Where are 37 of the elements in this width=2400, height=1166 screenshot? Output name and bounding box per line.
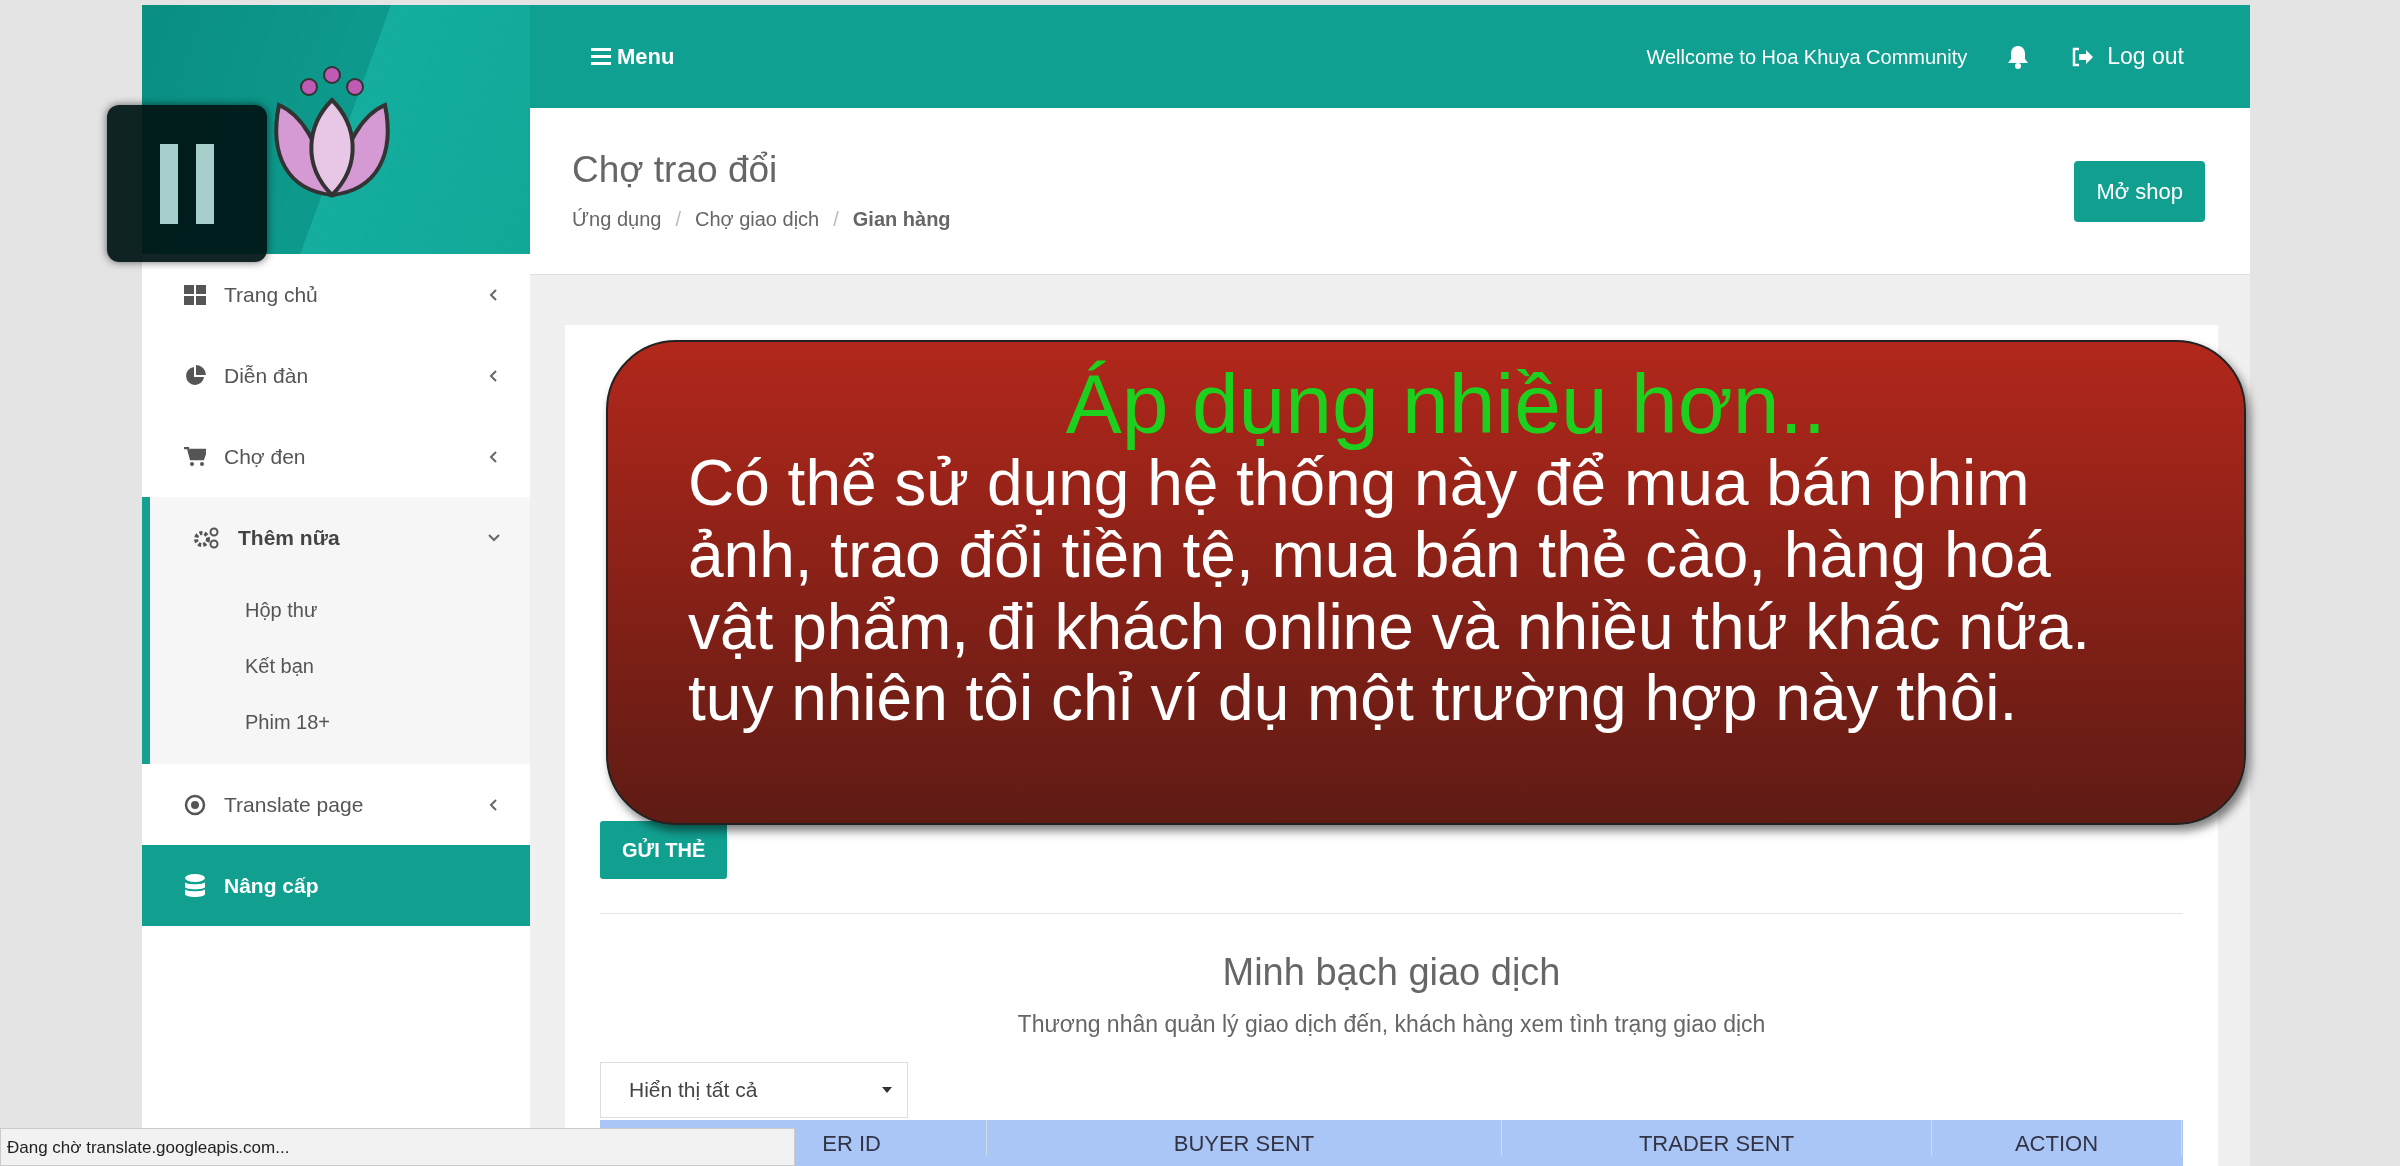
pie-chart-icon xyxy=(184,364,206,387)
callout-text: vật phẩm, đi khách online và nhiều thứ khác nữa. xyxy=(688,591,2091,664)
section-subtitle: Thương nhân quản lý giao dịch đến, khách hàng xem tình trạng giao dịch xyxy=(1016,1010,1767,1039)
bell-icon[interactable] xyxy=(2007,44,2030,69)
section-title: Minh bạch giao dịch xyxy=(1221,950,1562,995)
gears-icon xyxy=(192,526,220,549)
pause-button[interactable] xyxy=(107,105,267,262)
filter-dropdown[interactable]: Hiển thị tất cả xyxy=(600,1061,908,1118)
database-icon xyxy=(184,873,206,898)
callout-text: tuy nhiên tôi chỉ ví dụ một trường hợp này thôi. xyxy=(688,663,2018,735)
sidebar-subitem[interactable]: Hộp thư xyxy=(150,582,530,638)
sidebar-item[interactable]: Translate page xyxy=(142,764,530,845)
status-text: Đang chờ translate.googleapis.com... xyxy=(0,1128,795,1166)
page-title: Chợ trao đổi xyxy=(572,147,779,192)
column-header: ACTION xyxy=(1932,1119,2182,1156)
cart-icon xyxy=(184,446,206,467)
column-header: BUYER SENT xyxy=(987,1119,1502,1156)
sidebar-item[interactable]: Chợ đen xyxy=(142,416,530,497)
breadcrumb-link[interactable]: Ứng dụng xyxy=(572,204,662,235)
breadcrumb-separator: / xyxy=(675,207,681,233)
breadcrumb-separator: / xyxy=(833,207,839,233)
sidebar-item[interactable]: Trang chủ xyxy=(142,254,530,335)
pause-icon xyxy=(160,143,214,224)
welcome-text: Wellcome to Hoa Khuya Community xyxy=(1646,44,1968,70)
sidebar-item[interactable]: Diễn đàn xyxy=(142,335,530,416)
sign-out-icon xyxy=(2071,46,2094,67)
breadcrumb-link[interactable]: Chợ giao dịch xyxy=(694,204,820,235)
sidebar-subitem[interactable]: Kết bạn xyxy=(150,638,530,694)
callout-text: ảnh, trao đổi tiền tệ, mua bán thẻ cào, hàng hoá xyxy=(688,519,2051,592)
callout-title: Áp dụng nhiều hơn.. xyxy=(1064,360,1828,449)
sidebar-subitem[interactable]: Phim 18+ xyxy=(150,694,530,750)
column-header: TRADER SENT xyxy=(1502,1119,1932,1156)
target-icon xyxy=(184,793,206,816)
caret-icon xyxy=(882,1086,892,1093)
menu-icon xyxy=(591,48,611,65)
sidebar-item[interactable]: Thêm nữa xyxy=(150,497,530,578)
grid-icon xyxy=(184,284,206,305)
